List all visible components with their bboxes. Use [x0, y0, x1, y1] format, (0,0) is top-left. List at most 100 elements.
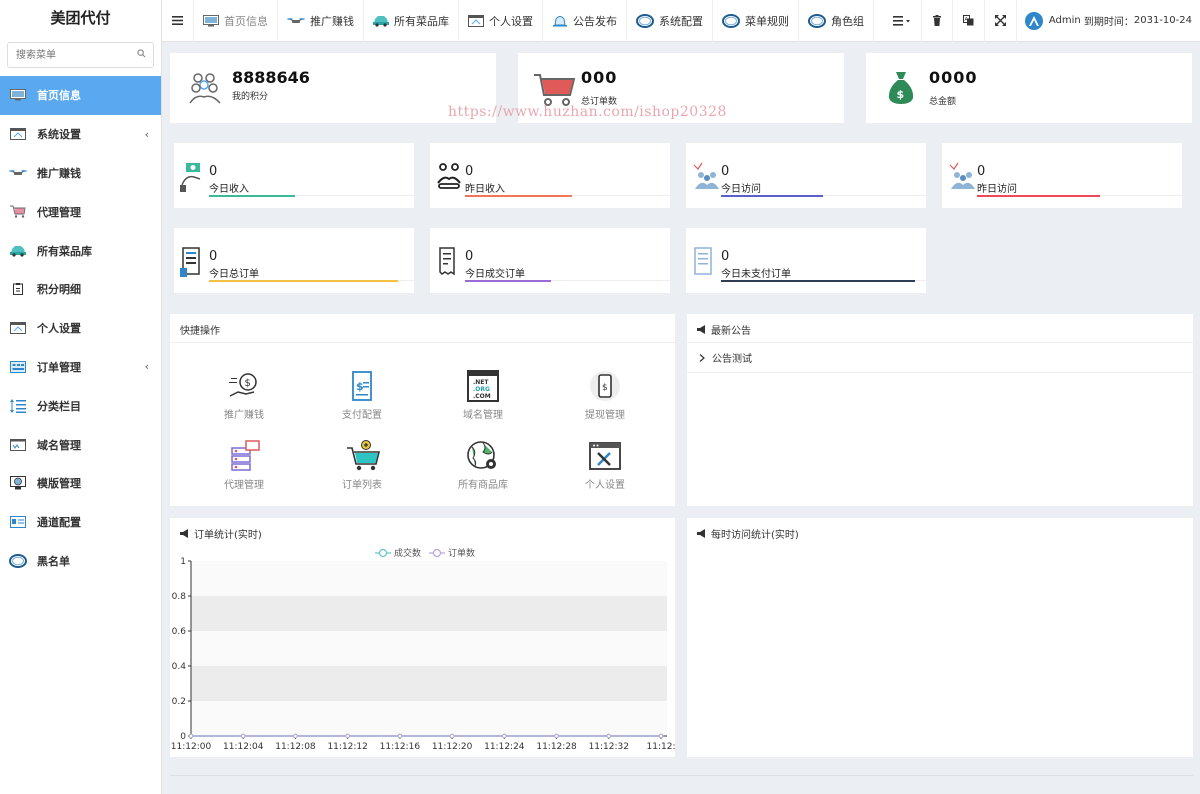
nav-tab[interactable]: 菜单规则 — [713, 0, 799, 42]
nav-tab[interactable]: 所有菜品库 — [364, 0, 459, 42]
divider — [170, 342, 675, 343]
quick-action[interactable]: $ 提现管理 — [560, 370, 650, 421]
stat-card: 0 昨日收入 — [430, 143, 670, 208]
sidebar-item[interactable]: 通道配置 — [0, 503, 161, 542]
sidebar-item[interactable]: 推广赚钱 — [0, 154, 161, 193]
svg-text:$: $ — [356, 380, 364, 393]
data-point — [188, 733, 194, 739]
y-tick-label: 0.6 — [172, 627, 187, 637]
stat-card: 0 今日收入 — [174, 143, 414, 208]
sidebar-item[interactable]: 所有菜品库 — [0, 231, 161, 270]
window-icon — [9, 127, 27, 141]
quick-action[interactable]: 代理管理 — [199, 440, 289, 491]
menu-toggle-button[interactable] — [162, 0, 194, 42]
hamburger-icon — [172, 16, 183, 25]
stat-underline — [209, 195, 295, 197]
shopping-cart-icon — [534, 74, 576, 106]
sidebar-item[interactable]: 代理管理 — [0, 192, 161, 231]
clear-cache-button[interactable] — [922, 0, 953, 42]
notice-item[interactable]: 公告测试 — [687, 343, 1193, 373]
translate-icon: A — [962, 15, 974, 26]
monitor-icon — [203, 14, 219, 27]
stat-card: 0 今日总订单 — [174, 228, 414, 293]
app-logo: 美团代付 — [50, 9, 111, 27]
nav-tab[interactable]: 系统配置 — [627, 0, 713, 42]
sidebar-item[interactable]: 系统设置 ‹ — [0, 115, 161, 154]
cart-add-icon — [346, 440, 381, 472]
menu-search-input[interactable] — [8, 43, 128, 67]
language-button[interactable]: A — [953, 0, 985, 42]
notices-panel: 最新公告 公告测试 — [687, 314, 1193, 506]
settings-window-icon — [589, 440, 621, 472]
data-point — [397, 733, 403, 739]
sidebar-item[interactable]: 个人设置 — [0, 309, 161, 348]
orders-value: 000 — [581, 68, 618, 87]
sidebar-item[interactable]: 分类栏目 — [0, 386, 161, 425]
nav-tab[interactable]: 角色组 — [799, 0, 874, 42]
sidebar-item[interactable]: 域名管理 — [0, 425, 161, 464]
data-point — [606, 733, 612, 739]
user-menu[interactable]: Admin 到期时间： 2031-10-24 — [1017, 0, 1200, 42]
svg-text:$: $ — [897, 88, 905, 101]
y-tick-label: 0.4 — [172, 662, 187, 672]
search-icon[interactable] — [137, 49, 146, 58]
x-tick-label: 11:12:20 — [432, 742, 473, 752]
data-point — [449, 733, 455, 739]
trash-icon — [932, 15, 941, 26]
nav-tab-label: 推广赚钱 — [310, 14, 354, 28]
invoice-icon: $ — [346, 370, 378, 402]
sidebar-item[interactable]: 首页信息 — [0, 76, 161, 115]
footer-bar — [170, 775, 1193, 776]
car-icon — [373, 15, 389, 27]
nav-tab[interactable]: 推广赚钱 — [278, 0, 364, 42]
nav-tab-label: 系统配置 — [659, 14, 703, 28]
quick-action[interactable]: $ 支付配置 — [317, 370, 407, 421]
user-name: Admin — [1048, 15, 1081, 26]
nav-tab[interactable]: 公告发布 — [543, 0, 627, 42]
grid-band — [191, 701, 667, 736]
x-tick-label: 11:12:00 — [171, 742, 212, 752]
quick-action[interactable]: .NET .ORG .COM 域名管理 — [438, 370, 528, 421]
nav-tabs: 首页信息 推广赚钱 所有菜品库 个人设置 公告发布 系统配置 菜单规则 角色组 — [194, 0, 874, 42]
sidebar-item[interactable]: 黑名单 — [0, 542, 161, 581]
data-point — [658, 733, 664, 739]
nav-tab-label: 公告发布 — [573, 14, 617, 28]
notices-title-text: 最新公告 — [711, 326, 751, 337]
ring-icon — [808, 13, 826, 28]
stat-underline — [977, 195, 1100, 197]
sidebar-item-label: 个人设置 — [37, 322, 81, 336]
svg-text:$: $ — [602, 383, 608, 393]
visit-chart-title: 每时访问统计(实时) — [697, 526, 799, 541]
fullscreen-icon — [994, 15, 1006, 26]
notice-title: 公告测试 — [712, 354, 752, 365]
y-tick-label: 0 — [180, 732, 186, 742]
sidebar-item[interactable]: 模版管理 — [0, 464, 161, 503]
quick-action[interactable]: 订单列表 — [317, 440, 407, 491]
quick-action[interactable]: 个人设置 — [560, 440, 650, 491]
sidebar-item-label: 所有菜品库 — [37, 244, 92, 258]
bell-icon — [552, 14, 568, 27]
data-point — [293, 733, 298, 739]
x-tick-label: 11:12:32 — [589, 742, 629, 752]
list-dropdown-icon — [892, 15, 910, 26]
clipboard-icon — [9, 282, 27, 296]
quick-action-label: 域名管理 — [463, 410, 503, 421]
quick-action-label: 提现管理 — [585, 410, 625, 421]
sidebar-item[interactable]: 订单管理 ‹ — [0, 348, 161, 387]
quick-action[interactable]: 所有商品库 — [438, 440, 528, 491]
domain-icon: .NET .ORG .COM — [467, 370, 499, 402]
sidebar-item-label: 分类栏目 — [37, 399, 81, 413]
web-icon — [9, 476, 27, 490]
fullscreen-button[interactable] — [985, 0, 1017, 42]
nav-tab[interactable]: 个人设置 — [459, 0, 543, 42]
sidebar-item[interactable]: 积分明细 — [0, 270, 161, 309]
quick-action[interactable]: $ 推广赚钱 — [199, 370, 289, 421]
chart-window-icon — [9, 438, 27, 452]
svg-text:.COM: .COM — [473, 393, 491, 400]
coins-people-icon — [189, 73, 221, 104]
list-menu-button[interactable] — [883, 0, 922, 42]
stat-card: 0 昨日访问 — [942, 143, 1182, 208]
ring-icon — [9, 553, 27, 568]
nav-tab[interactable]: 首页信息 — [194, 0, 278, 42]
receipt-icon — [436, 246, 458, 279]
